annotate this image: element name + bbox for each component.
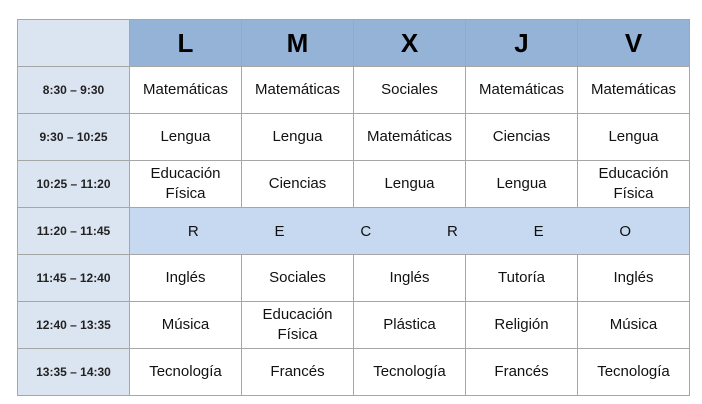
subject-cell: Lengua [465,160,578,208]
time-slot: 13:35 – 14:30 [17,348,130,396]
subject-cell: Religión [465,301,578,349]
subject-cell: Ciencias [241,160,354,208]
corner-cell [17,19,130,67]
time-slot: 9:30 – 10:25 [17,113,130,161]
recreo-letter: R [446,222,458,240]
recreo-letter: C [360,222,372,240]
subject-cell: Francés [465,348,578,396]
subject-cell: Lengua [129,113,242,161]
day-header: V [577,19,690,67]
day-header: J [465,19,578,67]
table-row: 12:40 – 13:35 Música Educación Física Plást… [17,301,690,349]
subject-cell: Francés [241,348,354,396]
time-slot: 10:25 – 11:20 [17,160,130,208]
recreo-cell: RECREO [129,207,690,255]
subject-cell: Música [129,301,242,349]
table-row: 8:30 – 9:30 Matemáticas Matemáticas Sociale… [17,66,690,114]
subject-cell: Plástica [353,301,466,349]
header-row: LMXJV [17,19,690,67]
subject-cell: Educación Física [129,160,242,208]
subject-cell: Música [577,301,690,349]
day-header: X [353,19,466,67]
subject-cell: Lengua [353,160,466,208]
subject-cell: Tecnología [577,348,690,396]
day-header: L [129,19,242,67]
recreo-letter: E [274,222,285,240]
timetable: LMXJV 8:30 – 9:30 Matemáticas Matemáticas S… [17,19,690,396]
subject-cell: Lengua [577,113,690,161]
time-slot: 12:40 – 13:35 [17,301,130,349]
time-slot: 11:20 – 11:45 [17,207,130,255]
subject-cell: Sociales [241,254,354,302]
subject-cell: Inglés [353,254,466,302]
table-row: 11:45 – 12:40 Inglés Sociales Inglés Tutoría… [17,254,690,302]
subject-cell: Tecnología [353,348,466,396]
table-row: 11:20 – 11:45 R E C R E O [17,207,690,255]
subject-cell: Ciencias [465,113,578,161]
subject-cell: Educación Física [241,301,354,349]
table-row: 9:30 – 10:25 Lengua Lengua Matemáticas Cienc… [17,113,690,161]
subject-cell: Inglés [129,254,242,302]
time-slot: 11:45 – 12:40 [17,254,130,302]
subject-cell: Educación Física [577,160,690,208]
recreo-letter: E [533,222,544,240]
subject-cell: Tutoría [465,254,578,302]
table-row: 13:35 – 14:30 Tecnología Francés Tecnología… [17,348,690,396]
time-slot: 8:30 – 9:30 [17,66,130,114]
subject-cell: Matemáticas [577,66,690,114]
day-header: M [241,19,354,67]
subject-cell: Matemáticas [129,66,242,114]
subject-cell: Tecnología [129,348,242,396]
subject-cell: Matemáticas [241,66,354,114]
recreo-letter: O [619,222,632,240]
subject-cell: Inglés [577,254,690,302]
subject-cell: Lengua [241,113,354,161]
subject-cell: Matemáticas [353,113,466,161]
recreo-letter: R [187,222,199,240]
subject-cell: Matemáticas [465,66,578,114]
subject-cell: Sociales [353,66,466,114]
table-row: 10:25 – 11:20 Educación Física Ciencias Len… [17,160,690,208]
